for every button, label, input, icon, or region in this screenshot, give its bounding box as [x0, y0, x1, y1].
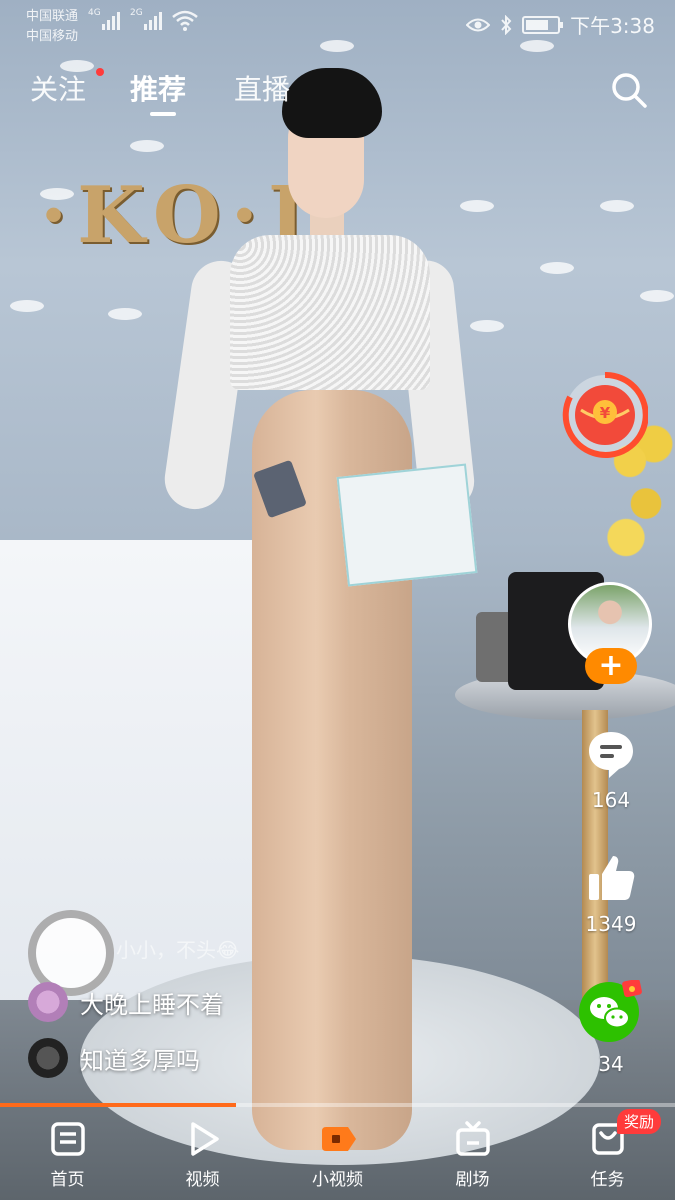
active-tab-indicator — [150, 112, 176, 116]
network-type-secondary: 2G — [130, 8, 143, 18]
comment-item: 知道多厚吗 — [28, 1038, 200, 1078]
commenter-avatar — [28, 1038, 68, 1078]
short-video-icon — [321, 1127, 356, 1151]
nav-label: 首页 — [50, 1170, 85, 1190]
like-action[interactable]: 1349 — [561, 852, 661, 936]
nav-short-video[interactable]: 小视频 — [270, 1107, 405, 1200]
tab-follow[interactable]: 关注 — [30, 68, 86, 108]
comment-icon — [589, 732, 633, 778]
nav-label: 剧场 — [455, 1170, 490, 1190]
nav-video[interactable]: 视频 — [135, 1107, 270, 1200]
follow-button[interactable]: + — [585, 648, 637, 684]
search-icon[interactable] — [609, 70, 649, 110]
nav-label: 小视频 — [312, 1170, 363, 1190]
carrier-primary: 中国联通 — [26, 9, 79, 24]
bluetooth-icon — [501, 14, 512, 35]
nav-task[interactable]: 任务 奖励 — [540, 1107, 675, 1200]
carrier-secondary: 中国移动 — [26, 29, 79, 44]
eye-comfort-icon — [466, 18, 491, 31]
svg-text:¥: ¥ — [600, 404, 611, 422]
status-time: 下午3:38 — [570, 14, 655, 38]
tv-icon — [455, 1121, 490, 1156]
commenter-avatar — [28, 982, 68, 1022]
share-action[interactable]: 34 — [561, 978, 661, 1076]
home-icon — [50, 1122, 85, 1156]
battery-icon — [522, 15, 564, 34]
signal-icon — [102, 12, 120, 30]
new-content-dot — [96, 68, 104, 76]
top-nav: 关注 推荐 直播 — [0, 62, 675, 122]
comment-action[interactable]: 164 — [561, 728, 661, 812]
tab-recommend[interactable]: 推荐 — [130, 68, 186, 108]
nav-label: 视频 — [185, 1170, 220, 1190]
scrolling-comment: 小小，不头😂 — [116, 938, 240, 962]
tab-live[interactable]: 直播 — [234, 68, 290, 108]
comment-text: 知道多厚吗 — [80, 1046, 200, 1075]
network-type-primary: 4G — [88, 8, 101, 18]
thumbs-up-icon — [589, 856, 635, 900]
author-avatar-group: + — [568, 582, 654, 692]
reward-badge: 奖励 — [616, 1109, 661, 1134]
comment-count: 164 — [591, 788, 631, 812]
share-count: 34 — [598, 1052, 624, 1076]
like-count: 1349 — [585, 912, 637, 936]
red-packet-reward-icon[interactable]: ¥ — [562, 372, 648, 458]
comment-text: 大晚上睡不着 — [80, 990, 224, 1019]
play-icon — [190, 1122, 219, 1156]
wechat-share-icon — [579, 978, 642, 1042]
wifi-icon — [172, 10, 198, 31]
signal-icon-secondary — [144, 12, 162, 30]
comment-item: 大晚上睡不着 — [28, 982, 224, 1022]
status-bar: 中国联通 中国移动 4G 2G 下午3:38 — [0, 0, 675, 46]
nav-home[interactable]: 首页 — [0, 1107, 135, 1200]
nav-label: 任务 — [590, 1170, 625, 1190]
bottom-nav: 首页 视频 小视频 剧场 任务 奖励 — [0, 1107, 675, 1200]
nav-theater[interactable]: 剧场 — [405, 1107, 540, 1200]
